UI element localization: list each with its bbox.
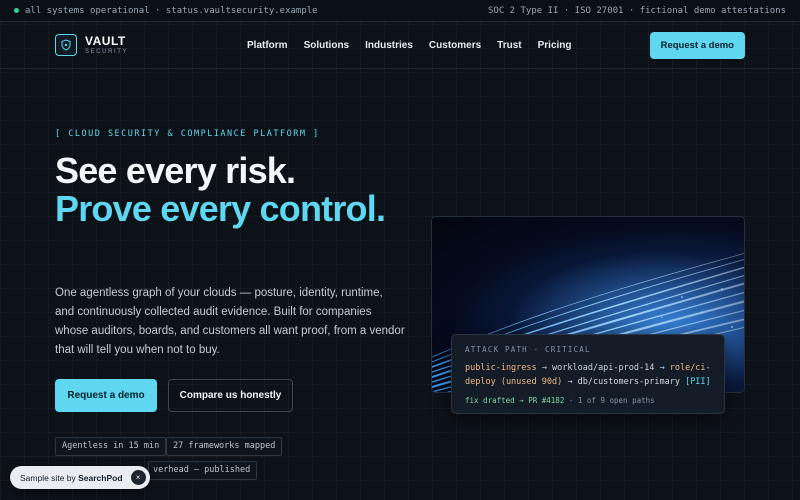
request-demo-button[interactable]: Request a demo (55, 379, 157, 412)
top-nav: VAULT SECURITY Platform Solutions Indust… (0, 22, 800, 69)
brand-sub: SECURITY (85, 49, 129, 55)
attack-path-footer: fix drafted → PR #4182 · 1 of 9 open pat… (465, 396, 711, 405)
compare-button[interactable]: Compare us honestly (168, 379, 293, 412)
hero-eyebrow: [ CLOUD SECURITY & COMPLIANCE PLATFORM ] (55, 129, 320, 139)
toast-prefix: Sample site by (20, 472, 79, 483)
status-dot-icon (14, 8, 19, 13)
attack-path-text: public-ingress → workload/api-prod-14 → … (465, 361, 711, 389)
status-text: all systems operational · status.vaultse… (25, 5, 318, 16)
close-icon[interactable]: × (130, 470, 146, 485)
status-bar: all systems operational · status.vaultse… (0, 0, 800, 22)
logo-text: VAULT SECURITY (85, 35, 128, 55)
logo[interactable]: VAULT SECURITY (55, 34, 225, 56)
path-pii-tag: [PII] (679, 377, 711, 387)
path-node-ingress: public-ingress (465, 363, 537, 373)
attestations-text: SOC 2 Type II · ISO 27001 · fictional de… (487, 5, 786, 16)
headline-line-1: See every risk. (55, 150, 296, 191)
chip-frameworks: 27 frameworks mapped (166, 437, 283, 456)
attack-path-label: ATTACK PATH · CRITICAL (465, 345, 591, 354)
attack-path-card[interactable]: ATTACK PATH · CRITICAL public-ingress → … (451, 334, 725, 414)
nav-links: Platform Solutions Industries Customers … (247, 40, 572, 51)
nav-platform[interactable]: Platform (247, 40, 288, 51)
chip-agentless: Agentless in 15 min (55, 437, 167, 456)
hero-description: One agentless graph of your clouds — pos… (55, 287, 405, 356)
chip-overhead: verhead — published (148, 461, 258, 480)
path-node-db: db/customers-primary (577, 377, 680, 387)
nav-trust[interactable]: Trust (497, 40, 521, 51)
fix-drafted-text: fix drafted → PR #4182 (465, 396, 565, 405)
hero-headline: See every risk. Prove every control. (55, 152, 395, 228)
status-left: all systems operational · status.vaultse… (14, 6, 318, 16)
nav-solutions[interactable]: Solutions (304, 40, 350, 51)
open-paths-text: · 1 of 9 open paths (564, 396, 655, 405)
toast-brand[interactable]: SearchPod (78, 473, 122, 483)
nav-pricing[interactable]: Pricing (538, 40, 572, 51)
brand-name: VAULT (85, 34, 126, 48)
sample-site-toast: Sample site by SearchPod × (10, 466, 150, 489)
shield-icon (55, 34, 77, 56)
path-node-workload: → workload/api-prod-14 → (536, 363, 670, 373)
nav-industries[interactable]: Industries (365, 40, 413, 51)
nav-customers[interactable]: Customers (429, 40, 481, 51)
path-arrow: → (562, 377, 578, 387)
headline-line-2: Prove every control. (55, 188, 386, 229)
toast-text: Sample site by SearchPod (20, 473, 123, 483)
nav-request-demo-button[interactable]: Request a demo (649, 31, 745, 59)
